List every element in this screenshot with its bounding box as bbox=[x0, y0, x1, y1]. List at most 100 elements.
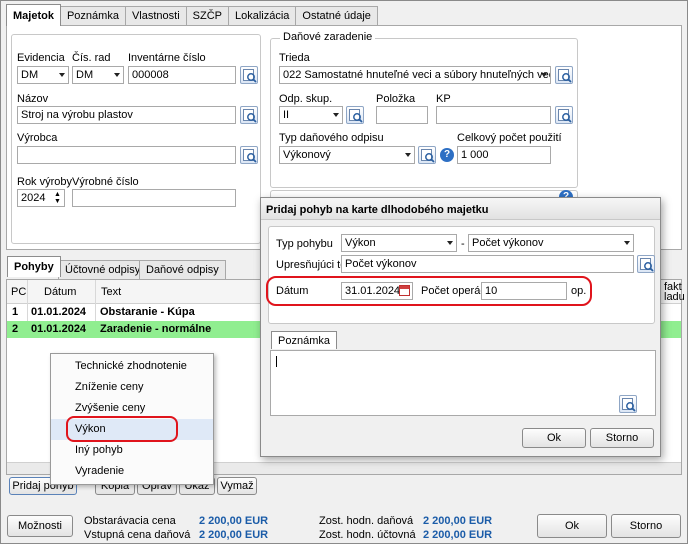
evidencia-select[interactable]: DM bbox=[17, 66, 69, 84]
nazov-input[interactable]: Stroj na výrobu plastov bbox=[17, 106, 236, 124]
tab-szcp[interactable]: SZČP bbox=[185, 6, 229, 26]
typ-pohybu-value: Výkon bbox=[345, 237, 376, 249]
search-icon bbox=[558, 109, 572, 123]
rok-vyroby-label: Rok výroby bbox=[17, 176, 73, 188]
poznamka-textarea[interactable] bbox=[270, 350, 656, 416]
tab-danove-odpisy[interactable]: Daňové odpisy bbox=[139, 260, 226, 280]
cis-rad-value: DM bbox=[76, 69, 94, 81]
search-icon bbox=[622, 398, 636, 412]
lookup-button-nazov[interactable] bbox=[240, 106, 258, 124]
ok-button[interactable]: Ok bbox=[537, 514, 607, 538]
vstupna-cena-value: 2 200,00 EUR bbox=[199, 529, 269, 541]
highlight-ring-datum bbox=[266, 276, 592, 306]
trieda-select[interactable]: 022 Samostatné hnuteľné veci a súbory hn… bbox=[279, 66, 551, 84]
menu-item-technicke-zhodnotenie[interactable]: Technické zhodnotenie bbox=[51, 356, 213, 377]
chevron-down-icon bbox=[624, 241, 630, 245]
pocet-pouziti-input[interactable]: 1 000 bbox=[457, 146, 551, 164]
typ-odpisu-value: Výkonový bbox=[283, 149, 331, 161]
cis-rad-select[interactable]: DM bbox=[72, 66, 124, 84]
vyrobca-input[interactable] bbox=[17, 146, 236, 164]
inv-cislo-input[interactable]: 000008 bbox=[128, 66, 236, 84]
storno-button[interactable]: Storno bbox=[611, 514, 681, 538]
highlight-ring-vykon bbox=[66, 416, 178, 442]
row-pc: 1 bbox=[12, 306, 19, 318]
typ-odpisu-select[interactable]: Výkonový bbox=[279, 146, 415, 164]
obstaravacia-cena-label: Obstarávacia cena bbox=[84, 515, 176, 527]
tab-lokalizacia[interactable]: Lokalizácia bbox=[228, 6, 297, 26]
vyrobca-label: Výrobca bbox=[17, 132, 58, 144]
row-text: Obstaranie - Kúpa bbox=[100, 306, 195, 318]
typ-odpisu-label: Typ daňového odpisu bbox=[279, 132, 384, 144]
polozka-label: Položka bbox=[376, 93, 416, 105]
tab-poznamka[interactable]: Poznámka bbox=[59, 6, 126, 26]
chevron-down-icon bbox=[333, 113, 339, 117]
chevron-down-icon bbox=[405, 153, 411, 157]
dialog-ok-button[interactable]: Ok bbox=[522, 428, 586, 448]
typ-pohybu-select[interactable]: Výkon bbox=[341, 234, 457, 252]
row-pc: 2 bbox=[12, 323, 19, 335]
tab-pohyby[interactable]: Pohyby bbox=[7, 256, 61, 277]
moznosti-button[interactable]: Možnosti bbox=[7, 515, 73, 537]
vstupna-cena-label: Vstupná cena daňová bbox=[84, 529, 191, 541]
kp-input[interactable] bbox=[436, 106, 551, 124]
menu-item-znizenie-ceny[interactable]: Zníženie ceny bbox=[51, 377, 213, 398]
obstaravacia-cena-value: 2 200,00 EUR bbox=[199, 515, 269, 527]
search-icon bbox=[421, 149, 435, 163]
tab-poznamka-dialog[interactable]: Poznámka bbox=[271, 331, 337, 349]
typ-pohybu-detail-value: Počet výkonov bbox=[472, 237, 544, 249]
pocet-pouziti-label: Celkový počet použití bbox=[457, 132, 562, 144]
lookup-button-vyrobca[interactable] bbox=[240, 146, 258, 164]
lookup-button-poznamka[interactable] bbox=[619, 395, 637, 413]
dash-separator: - bbox=[461, 238, 465, 250]
polozka-input[interactable] bbox=[376, 106, 428, 124]
zost-hodn-uctovna-value: 2 200,00 EUR bbox=[423, 529, 493, 541]
menu-item-iny-pohyb[interactable]: Iný pohyb bbox=[51, 440, 213, 461]
odp-skup-select[interactable]: II bbox=[279, 106, 343, 124]
lookup-button-typ-odpisu[interactable] bbox=[418, 146, 436, 164]
upresnujuci-text-input[interactable]: Počet výkonov bbox=[341, 255, 634, 273]
col-pc[interactable]: PC bbox=[11, 286, 26, 298]
search-icon bbox=[349, 109, 363, 123]
row-datum: 01.01.2024 bbox=[31, 306, 87, 318]
menu-item-vyradenie[interactable]: Vyradenie bbox=[51, 461, 213, 482]
kp-label: KP bbox=[436, 93, 451, 105]
tab-uctovne-odpisy[interactable]: Účtovné odpisy bbox=[58, 260, 148, 280]
dialog-storno-button[interactable]: Storno bbox=[590, 428, 654, 448]
zost-hodn-danova-label: Zost. hodn. daňová bbox=[319, 515, 414, 527]
lookup-button-inv[interactable] bbox=[240, 66, 258, 84]
chevron-down-icon bbox=[447, 241, 453, 245]
search-icon bbox=[243, 149, 257, 163]
typ-pohybu-detail-select[interactable]: Počet výkonov bbox=[468, 234, 634, 252]
lookup-button-kp[interactable] bbox=[555, 106, 573, 124]
chevron-down-icon bbox=[114, 73, 120, 77]
odp-skup-label: Odp. skup. bbox=[279, 93, 333, 105]
vyrobne-cislo-input[interactable] bbox=[72, 189, 236, 207]
trieda-label: Trieda bbox=[279, 52, 310, 64]
col-fakt-ladu[interactable]: fakt ladu bbox=[664, 282, 685, 303]
lookup-button-odp-skup[interactable] bbox=[346, 106, 364, 124]
inv-cislo-label: Inventárne číslo bbox=[128, 52, 206, 64]
lookup-button-upresnujuci[interactable] bbox=[637, 255, 655, 273]
odp-skup-value: II bbox=[283, 109, 290, 121]
col-datum[interactable]: Dátum bbox=[44, 286, 76, 298]
col-text[interactable]: Text bbox=[101, 286, 121, 298]
search-icon bbox=[243, 69, 257, 83]
zost-hodn-uctovna-label: Zost. hodn. účtovná bbox=[319, 529, 416, 541]
spinner-arrows-icon[interactable]: ▲ ▼ bbox=[54, 191, 61, 205]
help-icon[interactable]: ? bbox=[440, 148, 454, 162]
tab-majetok[interactable]: Majetok bbox=[6, 4, 61, 26]
tab-vlastnosti[interactable]: Vlastnosti bbox=[124, 6, 187, 26]
vymaz-button[interactable]: Vymaž bbox=[217, 477, 257, 495]
dialog-title: Pridaj pohyb na karte dlhodobého majetku bbox=[266, 204, 489, 216]
trieda-value: 022 Samostatné hnuteľné veci a súbory hn… bbox=[283, 69, 551, 81]
vyrobne-cislo-label: Výrobné číslo bbox=[72, 176, 139, 188]
search-icon bbox=[243, 109, 257, 123]
lookup-button-trieda[interactable] bbox=[555, 66, 573, 84]
evidencia-value: DM bbox=[21, 69, 39, 81]
tab-ostatne-udaje[interactable]: Ostatné údaje bbox=[295, 6, 378, 26]
search-icon bbox=[558, 69, 572, 83]
chevron-down-icon bbox=[59, 73, 65, 77]
chevron-down-icon bbox=[541, 73, 547, 77]
rok-vyroby-value: 2024 bbox=[21, 192, 46, 204]
zost-hodn-danova-value: 2 200,00 EUR bbox=[423, 515, 493, 527]
